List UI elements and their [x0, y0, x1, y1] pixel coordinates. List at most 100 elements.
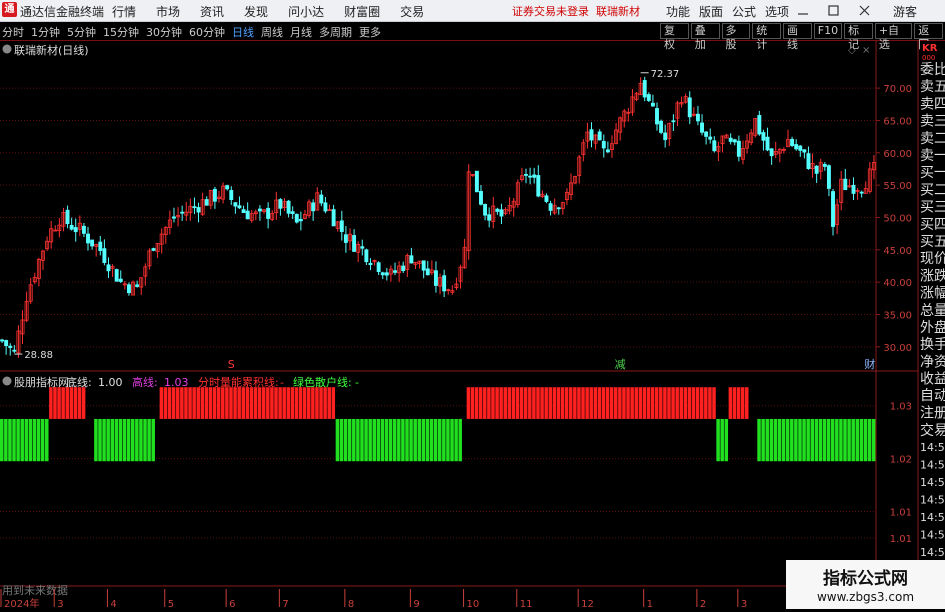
tool-button[interactable]: 叠加	[690, 23, 720, 51]
candle-body	[172, 216, 176, 219]
red-volume-bar	[609, 387, 614, 419]
candle-body	[278, 199, 283, 209]
tool-button[interactable]: 返回	[914, 23, 944, 51]
candle-body	[65, 209, 70, 225]
green-retail-bar	[802, 418, 806, 462]
red-volume-bar	[556, 387, 561, 419]
menu-formula[interactable]: 公式	[732, 3, 756, 20]
panel-close-icon: ×	[862, 45, 870, 56]
menu-news[interactable]: 资讯	[200, 3, 224, 20]
period-tab[interactable]: 更多	[359, 24, 381, 40]
tool-button[interactable]: +自选	[874, 23, 913, 51]
candle-body	[298, 218, 303, 222]
green-retail-bar	[716, 418, 720, 462]
candle-body	[806, 153, 811, 169]
green-retail-bar	[376, 418, 381, 462]
sidebar-time: 14:56	[920, 459, 945, 472]
sidebar-field-label: 卖三	[920, 114, 945, 130]
red-volume-bar	[654, 387, 659, 419]
period-tab[interactable]: 周线	[261, 24, 283, 40]
green-retail-bar	[421, 418, 426, 462]
kline-chart[interactable]: 联瑞新材(日线)70.0065.0060.0055.0050.0045.0040…	[0, 41, 945, 610]
restore-icon[interactable]	[828, 5, 839, 16]
menu-quotes[interactable]: 行情	[112, 3, 136, 20]
menu-function[interactable]: 功能	[666, 3, 690, 20]
candle-body	[323, 202, 328, 212]
candle-body	[556, 207, 561, 210]
green-retail-bar	[859, 418, 864, 462]
tool-button[interactable]: 多股	[721, 23, 751, 51]
red-volume-bar	[536, 387, 540, 419]
tool-button[interactable]: F10	[813, 23, 843, 39]
login-status[interactable]: 证券交易未登录 联瑞新材	[512, 3, 640, 19]
sidebar-action-label[interactable]: 交易	[920, 422, 945, 439]
green-retail-bar	[446, 418, 450, 462]
menu-options[interactable]: 选项	[765, 3, 789, 20]
indicator-tick-label: 1.02	[890, 455, 912, 466]
tool-button[interactable]: 标记	[844, 23, 873, 51]
red-volume-bar	[532, 387, 536, 419]
candle-body	[126, 284, 131, 294]
menu-ask[interactable]: 问小达	[288, 3, 324, 20]
close-icon[interactable]	[859, 5, 870, 16]
sidebar-field-label: 卖一	[920, 148, 945, 164]
chart-area[interactable]: 联瑞新材(日线) 70.00 65.00 60.00 55.00 50.00 45.00 40…	[0, 41, 945, 610]
period-tab[interactable]: 60分钟	[189, 24, 225, 40]
guest-user[interactable]: 游客	[893, 3, 917, 20]
sidebar-field-label: 收益	[920, 372, 945, 388]
time-label: 2	[700, 599, 706, 609]
green-retail-bar	[810, 418, 814, 462]
period-tab[interactable]: 5分钟	[67, 24, 96, 40]
green-retail-bar	[417, 418, 422, 462]
tool-button[interactable]: 画线	[783, 23, 812, 51]
candle-body	[294, 213, 299, 223]
candle-body	[204, 199, 209, 206]
tool-button[interactable]: 统计	[752, 23, 781, 51]
menu-market[interactable]: 市场	[156, 3, 180, 20]
candle-body	[798, 145, 803, 151]
period-tab[interactable]: 日线	[232, 24, 254, 40]
sidebar-action-label[interactable]: 自动	[920, 388, 945, 404]
menu-discover[interactable]: 发现	[244, 3, 268, 20]
red-volume-bar	[695, 387, 700, 419]
red-volume-bar	[311, 387, 315, 419]
period-tab[interactable]: 1分钟	[31, 24, 60, 40]
tool-button[interactable]: 复权	[660, 23, 689, 51]
menu-layout[interactable]: 版面	[699, 3, 723, 20]
period-tab[interactable]: 月线	[290, 24, 312, 40]
candle-body	[241, 209, 246, 213]
green-retail-bar	[855, 418, 860, 462]
candle-body	[790, 138, 795, 146]
login-notice: 证券交易未登录	[512, 5, 589, 18]
price-tick-label: 55.00	[883, 181, 912, 192]
period-tab[interactable]: 多周期	[319, 24, 352, 40]
menu-trade[interactable]: 交易	[400, 3, 424, 20]
red-volume-bar	[286, 387, 291, 419]
red-volume-bar	[290, 387, 295, 419]
red-volume-bar	[188, 387, 192, 419]
red-volume-bar	[229, 387, 233, 419]
red-volume-bar	[528, 387, 532, 419]
menu-wealth[interactable]: 财富圈	[344, 3, 380, 20]
green-retail-bar	[12, 418, 16, 462]
green-retail-bar	[114, 418, 119, 462]
candle-body	[642, 80, 647, 98]
red-volume-bar	[745, 387, 749, 419]
period-tab[interactable]: 30分钟	[146, 24, 182, 40]
time-label: 3	[57, 599, 63, 609]
green-retail-bar	[794, 418, 798, 462]
sidebar-field-label: 总量	[920, 303, 945, 319]
sidebar-field-label: 涨幅	[920, 286, 945, 302]
indicator-name: 股朋指标网	[14, 375, 69, 389]
period-tab[interactable]: 15分钟	[103, 24, 139, 40]
red-volume-bar	[81, 387, 86, 419]
red-volume-bar	[585, 387, 589, 419]
red-volume-bar	[573, 387, 577, 419]
candle-body	[380, 272, 385, 276]
period-tab[interactable]: 分时	[2, 24, 24, 40]
watermark-title: 指标公式网	[823, 569, 908, 589]
red-volume-bar	[323, 387, 327, 419]
indicator-value: -	[280, 376, 284, 389]
green-retail-bar	[843, 418, 847, 462]
sidebar-action-label[interactable]: 注册	[920, 406, 945, 422]
